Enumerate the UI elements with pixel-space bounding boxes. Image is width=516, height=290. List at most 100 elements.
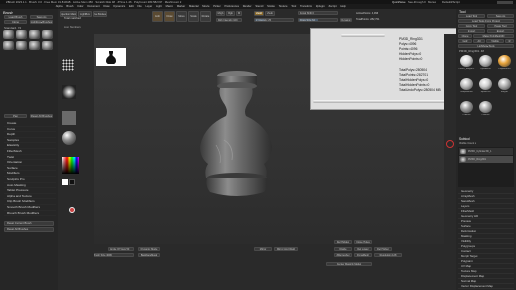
r-button[interactable]: R bbox=[505, 39, 514, 43]
rotate-button[interactable]: Rotate bbox=[200, 11, 211, 22]
clone-tool-button[interactable]: Clone bbox=[458, 34, 472, 38]
subtool-item[interactable]: PM3D_Ring3D1 bbox=[459, 156, 513, 163]
subtool-item[interactable]: PM3D_Cylinder3D_1 bbox=[459, 148, 513, 155]
brush-move-icon[interactable] bbox=[16, 30, 27, 39]
brush-damstandard-icon[interactable] bbox=[42, 30, 53, 39]
subtool-header[interactable]: Subtool bbox=[459, 137, 470, 141]
brush-hpolish-icon[interactable] bbox=[3, 41, 14, 50]
zadd-button[interactable]: Zadd bbox=[254, 11, 264, 16]
tool-polymesh3d-thumb[interactable]: PolyMesh3D bbox=[496, 54, 513, 75]
menu-marker[interactable]: Marker bbox=[175, 5, 187, 8]
menu-zscript[interactable]: Zscript bbox=[327, 5, 338, 8]
dynamic-mode-button[interactable]: Dynamic Mode bbox=[138, 247, 160, 251]
clone-button[interactable]: Clone bbox=[4, 20, 27, 24]
copy-tool-button[interactable]: Copy Tool bbox=[458, 24, 485, 28]
edit-button[interactable]: Edit bbox=[152, 11, 163, 22]
canvas-viewport[interactable]: Total matched Lion Numbers PM3D_Ring3D1 P… bbox=[64, 17, 464, 244]
zremesher-button[interactable]: ZRemesher bbox=[334, 253, 352, 257]
rgb-intensity-slider[interactable]: Rgb Intensity 100 bbox=[216, 18, 242, 22]
popup-top-handle[interactable] bbox=[341, 34, 385, 37]
main-color-swatch[interactable] bbox=[62, 179, 68, 185]
paste-tool-button[interactable]: Paste Tool bbox=[487, 24, 514, 28]
brush-inflate-icon[interactable] bbox=[16, 41, 27, 50]
del-lower-button[interactable]: Del Lower bbox=[354, 247, 372, 251]
menu-light[interactable]: Light bbox=[154, 5, 163, 8]
material-icon[interactable] bbox=[62, 131, 76, 145]
dynamesh-button[interactable]: DynaMesh bbox=[354, 253, 372, 257]
load-tool-button[interactable]: Load Tool bbox=[458, 14, 485, 18]
record-icon[interactable] bbox=[69, 207, 75, 213]
popup-bottom-handle[interactable] bbox=[313, 100, 459, 103]
reset-current-brush-button[interactable]: Reset Current Brush bbox=[4, 221, 54, 226]
tool-ring3d-thumb[interactable]: Ring3D bbox=[496, 77, 513, 98]
menu-dynamics[interactable]: Dynamics bbox=[112, 5, 127, 8]
import-button[interactable]: Import bbox=[458, 29, 485, 33]
reset-all-brushes-small[interactable]: Reset All Brushes bbox=[30, 114, 53, 118]
menu-zplugin[interactable]: Zplugin bbox=[314, 5, 326, 8]
draw-size-slider[interactable]: Draw Size 64 bbox=[298, 18, 338, 22]
brush-menu-rtouch-brush-modifiers[interactable]: Rtouch Brush Modifiers bbox=[4, 211, 56, 217]
move-button[interactable]: Move bbox=[176, 11, 187, 22]
menu-material[interactable]: Material bbox=[187, 5, 200, 8]
menu-transform[interactable]: Transform bbox=[298, 5, 314, 8]
all-button[interactable]: All bbox=[473, 39, 485, 43]
dynamic-button[interactable]: Dynamic bbox=[340, 18, 352, 22]
menu-render[interactable]: Render bbox=[241, 5, 253, 8]
menu-layer[interactable]: Layer bbox=[144, 5, 154, 8]
xyz-axis-icon[interactable] bbox=[446, 140, 454, 148]
mirror-and-weld-button[interactable]: Mirror And Weld bbox=[274, 247, 298, 251]
scale-button[interactable]: Scale bbox=[188, 11, 199, 22]
pan-button[interactable]: Pan bbox=[4, 114, 27, 118]
menu-file[interactable]: File bbox=[136, 5, 144, 8]
zsub-button[interactable]: Zsub bbox=[265, 11, 275, 16]
divide-button[interactable]: Divide bbox=[334, 247, 352, 251]
export-button[interactable]: Export bbox=[487, 29, 514, 33]
goz-button[interactable]: GoZ bbox=[458, 39, 472, 43]
brush-trimdynamic-icon[interactable] bbox=[42, 41, 53, 50]
visible-button[interactable]: Visible bbox=[486, 39, 504, 43]
menu-texture[interactable]: Texture bbox=[277, 5, 289, 8]
menu-stroke[interactable]: Stroke bbox=[265, 5, 276, 8]
focal-shift-slider[interactable]: Focal Shift 0 bbox=[298, 11, 338, 15]
menu-stencil[interactable]: Stencil bbox=[254, 5, 265, 8]
resolution-slider[interactable]: Resolution 128 bbox=[374, 253, 402, 257]
tool-pm3d_ring3d1-thumb[interactable]: PM3D_Ring3D1 bbox=[458, 54, 475, 75]
menu-tool[interactable]: Tool bbox=[290, 5, 298, 8]
tool-cylinder3d-thumb[interactable]: Cylinder3D bbox=[477, 54, 494, 75]
draw-button[interactable]: Draw bbox=[164, 11, 175, 22]
make-polymesh-button[interactable]: Make PolyMesh3D bbox=[473, 34, 514, 38]
center-mask-button[interactable]: Center Mask/Ix Model bbox=[326, 262, 372, 266]
reset-all-brushes-button[interactable]: Reset All Brushes bbox=[4, 227, 54, 232]
angle-of-view-slider[interactable]: Angle Of View 50 bbox=[108, 247, 134, 251]
menu-brush[interactable]: Brush bbox=[65, 5, 75, 8]
mrgb-button[interactable]: Mrgb bbox=[216, 11, 225, 16]
tool-cone3d-thumb[interactable]: Cone3D bbox=[477, 100, 494, 121]
del-higher-button[interactable]: Del Higher bbox=[374, 247, 392, 251]
rgb-button[interactable]: Rgb bbox=[226, 11, 235, 16]
close-holes-button[interactable]: Close Holes bbox=[354, 240, 372, 244]
brush-claybuildup-icon[interactable] bbox=[29, 30, 40, 39]
lightbox-tools-button[interactable]: Lightbox▸Tools bbox=[458, 44, 514, 48]
tool-menu-vector-displacement-map[interactable]: Vector Displacement Map bbox=[458, 284, 514, 289]
menu-preferences[interactable]: Preferences bbox=[223, 5, 241, 8]
texture-off-icon[interactable] bbox=[62, 111, 76, 125]
menu-picker[interactable]: Picker bbox=[212, 5, 223, 8]
load-tools-from-project-button[interactable]: Load Tools From Project bbox=[458, 19, 514, 23]
menu-alpha[interactable]: Alpha bbox=[54, 5, 64, 8]
menu-macro[interactable]: Macro bbox=[164, 5, 175, 8]
menu-movie[interactable]: Movie bbox=[201, 5, 212, 8]
tool-cube3d-thumb[interactable]: Cube3D bbox=[458, 100, 475, 121]
menu-edit[interactable]: Edit bbox=[127, 5, 135, 8]
menu-draw[interactable]: Draw bbox=[102, 5, 112, 8]
stroke-dots-icon[interactable] bbox=[62, 59, 74, 71]
load-brush-button[interactable]: Load Brush bbox=[4, 15, 27, 19]
mirror-button[interactable]: Mirror bbox=[254, 247, 272, 251]
alpha-icon[interactable] bbox=[62, 85, 76, 99]
save-as-button[interactable]: Save As bbox=[30, 15, 53, 19]
color-gradient-icon[interactable] bbox=[62, 157, 79, 174]
save-tool-as-button[interactable]: Save As bbox=[487, 14, 514, 18]
menu-help[interactable]: Help bbox=[339, 5, 348, 8]
brush-pinch-icon[interactable] bbox=[29, 41, 40, 50]
del-hidden-button[interactable]: Del Hidden bbox=[334, 240, 352, 244]
tool-thumbnail[interactable] bbox=[96, 48, 126, 66]
